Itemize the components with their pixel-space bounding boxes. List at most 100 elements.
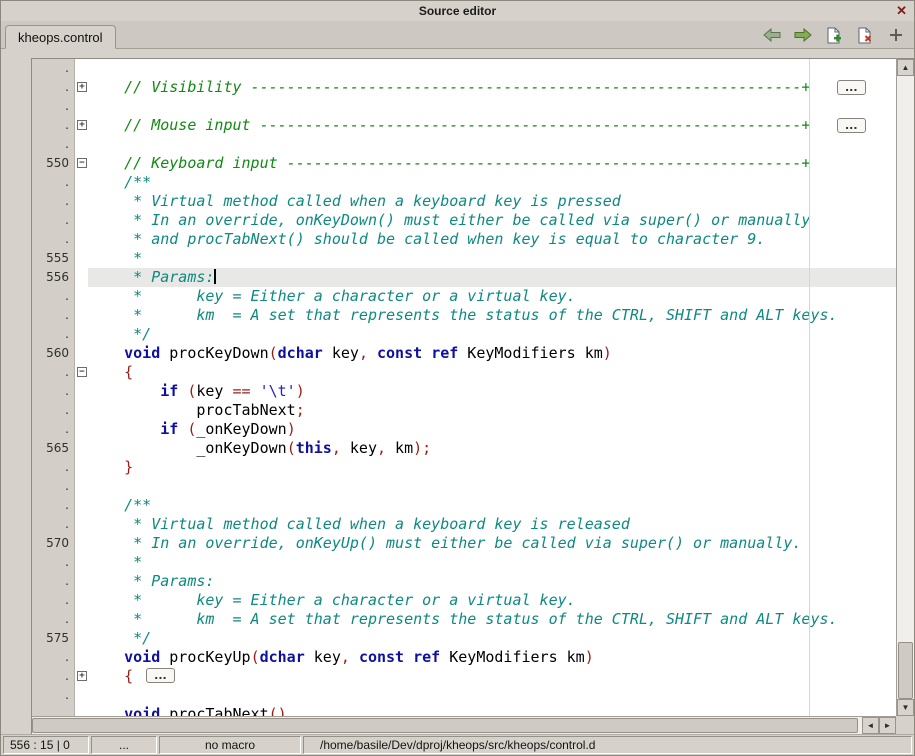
line-number: . [32, 78, 74, 97]
move-grip-icon[interactable] [886, 27, 906, 43]
code-line[interactable]: . * key = Either a character or a virtua… [32, 287, 896, 306]
close-window-icon[interactable]: ✕ [896, 3, 907, 19]
folded-code-ellipsis[interactable]: ... [146, 668, 175, 683]
code-line[interactable]: . procTabNext; [32, 401, 896, 420]
code-editor[interactable]: ..+ // Visibility ----------------------… [31, 58, 896, 716]
fold-margin [74, 572, 88, 591]
code-line[interactable]: . [32, 135, 896, 154]
scroll-left-button[interactable]: ◄ [862, 717, 879, 734]
code-line[interactable]: . * Virtual method called when a keyboar… [32, 192, 896, 211]
vertical-scroll-track[interactable] [897, 76, 914, 699]
code-line[interactable]: 560 void procKeyDown(dchar key, const re… [32, 344, 896, 363]
title-bar: Source editor ✕ [1, 1, 914, 21]
line-number: 575 [32, 629, 74, 648]
code-line[interactable]: . * Virtual method called when a keyboar… [32, 515, 896, 534]
code-line[interactable]: . /** [32, 496, 896, 515]
document-add-icon [826, 27, 842, 44]
code-line[interactable]: . [32, 97, 896, 116]
line-number: . [32, 116, 74, 135]
scroll-down-button[interactable]: ▼ [897, 699, 914, 716]
line-number: . [32, 306, 74, 325]
code-line[interactable]: . * and procTabNext() should be called w… [32, 230, 896, 249]
nav-forward-button[interactable] [793, 27, 813, 43]
fold-margin[interactable]: − [74, 154, 88, 173]
horizontal-scrollbar[interactable]: ◄ ► [31, 716, 896, 734]
line-number: . [32, 496, 74, 515]
editor-region: ..+ // Visibility ----------------------… [1, 58, 914, 734]
code-line[interactable]: .+ // Visibility -----------------------… [32, 78, 896, 97]
code-line[interactable]: .− { [32, 363, 896, 382]
fold-margin[interactable]: − [74, 363, 88, 382]
code-line[interactable]: . * Params: [32, 572, 896, 591]
code-line[interactable]: . [32, 477, 896, 496]
code-text: * Virtual method called when a keyboard … [88, 192, 896, 211]
add-document-button[interactable] [824, 27, 844, 43]
scroll-up-icon: ▲ [902, 63, 910, 72]
fold-margin [74, 135, 88, 154]
fold-margin [74, 268, 88, 287]
folded-code-ellipsis[interactable]: ... [837, 118, 866, 133]
fold-margin[interactable]: + [74, 78, 88, 97]
fold-margin [74, 230, 88, 249]
fold-collapse-icon[interactable]: − [77, 158, 87, 168]
folded-code-ellipsis[interactable]: ... [837, 80, 866, 95]
code-line[interactable]: . /** [32, 173, 896, 192]
line-number: . [32, 211, 74, 230]
code-line[interactable]: .+ // Mouse input ----------------------… [32, 116, 896, 135]
vertical-scroll-thumb[interactable] [898, 642, 913, 699]
scroll-right-button[interactable]: ► [879, 717, 896, 734]
line-number: 570 [32, 534, 74, 553]
code-line[interactable]: . if (_onKeyDown) [32, 420, 896, 439]
code-line[interactable]: . * In an override, onKeyDown() must eit… [32, 211, 896, 230]
code-text [88, 59, 896, 78]
code-text: void procKeyUp(dchar key, const ref KeyM… [88, 648, 896, 667]
code-line[interactable]: . void procTabNext() [32, 705, 896, 716]
code-text: /** [88, 173, 896, 192]
fold-margin[interactable]: + [74, 667, 88, 686]
code-line[interactable]: 575 */ [32, 629, 896, 648]
scroll-up-button[interactable]: ▲ [897, 59, 914, 76]
line-number: . [32, 59, 74, 78]
code-text: */ [88, 629, 896, 648]
code-line[interactable]: 565 _onKeyDown(this, key, km); [32, 439, 896, 458]
code-line[interactable]: . * key = Either a character or a virtua… [32, 591, 896, 610]
code-line[interactable]: . [32, 59, 896, 78]
tab-label: kheops.control [18, 30, 103, 45]
code-line[interactable]: 556 * Params: [32, 268, 896, 287]
tab-kheops-control[interactable]: kheops.control [5, 25, 116, 49]
line-number: . [32, 97, 74, 116]
code-line[interactable]: . if (key == '\t') [32, 382, 896, 401]
code-line[interactable]: . * km = A set that represents the statu… [32, 610, 896, 629]
fold-margin [74, 306, 88, 325]
back-arrow-icon [762, 28, 782, 42]
code-line[interactable]: . * km = A set that represents the statu… [32, 306, 896, 325]
line-number: . [32, 686, 74, 705]
source-editor-window: Source editor ✕ kheops.control [0, 0, 915, 756]
fold-expand-icon[interactable]: + [77, 82, 87, 92]
fold-expand-icon[interactable]: + [77, 120, 87, 130]
fold-collapse-icon[interactable]: − [77, 367, 87, 377]
fold-margin [74, 496, 88, 515]
code-line[interactable]: 550− // Keyboard input -----------------… [32, 154, 896, 173]
code-line[interactable]: . [32, 686, 896, 705]
code-line[interactable]: .+ {... [32, 667, 896, 686]
code-text: * In an override, onKeyUp() must either … [88, 534, 896, 553]
vertical-scrollbar[interactable]: ▲ ▼ [896, 58, 914, 716]
code-line[interactable]: 555 * [32, 249, 896, 268]
nav-back-button[interactable] [762, 27, 782, 43]
code-line[interactable]: . * [32, 553, 896, 572]
file-path-panel: /home/basile/Dev/dproj/kheops/src/kheops… [303, 736, 912, 754]
code-text: {... [88, 667, 896, 686]
line-number: . [32, 420, 74, 439]
fold-margin [74, 534, 88, 553]
close-document-button[interactable] [855, 27, 875, 43]
code-text [88, 97, 896, 116]
fold-expand-icon[interactable]: + [77, 671, 87, 681]
code-line[interactable]: . } [32, 458, 896, 477]
fold-margin[interactable]: + [74, 116, 88, 135]
code-line[interactable]: . */ [32, 325, 896, 344]
code-line[interactable]: 570 * In an override, onKeyUp() must eit… [32, 534, 896, 553]
code-line[interactable]: . void procKeyUp(dchar key, const ref Ke… [32, 648, 896, 667]
line-number: . [32, 610, 74, 629]
horizontal-scroll-thumb[interactable] [32, 718, 858, 733]
